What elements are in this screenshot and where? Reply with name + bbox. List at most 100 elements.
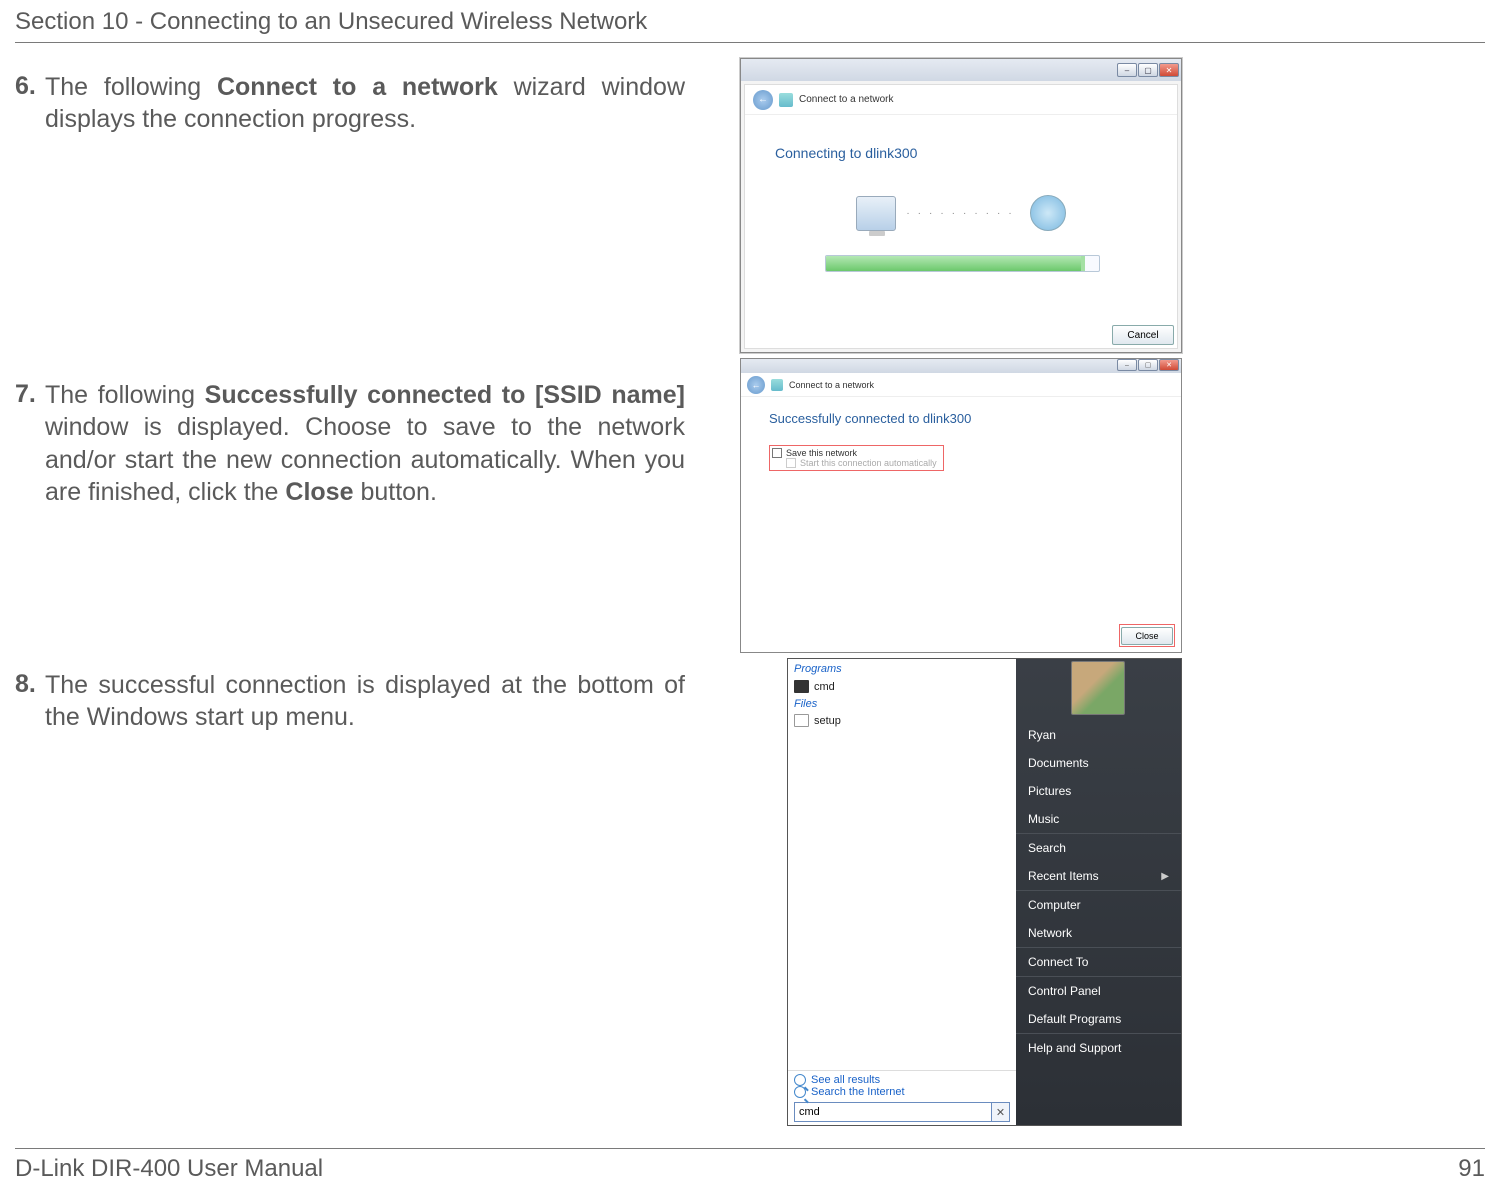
menu-item-music[interactable]: Music	[1016, 805, 1181, 834]
menu-item-default-programs[interactable]: Default Programs	[1016, 1005, 1181, 1034]
page-number: 91	[1458, 1155, 1485, 1183]
menu-label: Control Panel	[1028, 984, 1101, 998]
menu-label: Music	[1028, 812, 1059, 826]
header-rule	[15, 42, 1485, 43]
menu-label: Search	[1028, 841, 1066, 855]
menu-item-connect-to[interactable]: Connect To	[1016, 948, 1181, 977]
checkbox-icon	[786, 458, 796, 468]
menu-item-help[interactable]: Help and Support	[1016, 1034, 1181, 1062]
step7-post: button.	[354, 478, 437, 506]
clear-search-button[interactable]: ✕	[992, 1102, 1010, 1122]
breadcrumb-text: Connect to a network	[789, 380, 874, 390]
step6-bold: Connect to a network	[217, 73, 498, 101]
search-internet-label: Search the Internet	[811, 1086, 905, 1098]
menu-label: Documents	[1028, 756, 1089, 770]
globe-icon	[1030, 195, 1066, 231]
back-icon[interactable]: ←	[753, 90, 773, 110]
progress-bar	[825, 255, 1100, 272]
menu-item-computer[interactable]: Computer	[1016, 891, 1181, 919]
step8-text: The successful connection is displayed a…	[15, 669, 685, 734]
menu-label: Ryan	[1028, 728, 1056, 742]
network-icon	[779, 93, 793, 107]
close-button[interactable]: Close	[1121, 627, 1173, 645]
minimize-button[interactable]: –	[1117, 63, 1137, 77]
search-icon	[794, 1086, 806, 1098]
menu-label: Default Programs	[1028, 1012, 1121, 1026]
instruction-7: 7. The following Successfully connected …	[15, 378, 685, 509]
step7-bold2: Close	[285, 478, 353, 506]
minimize-button[interactable]: –	[1117, 359, 1137, 371]
save-network-label: Save this network	[786, 448, 857, 458]
instruction-6: 6. The following Connect to a network wi…	[15, 70, 685, 136]
auto-start-option: Start this connection automatically	[786, 458, 937, 468]
breadcrumb-text: Connect to a network	[799, 94, 894, 105]
document-icon	[794, 714, 809, 727]
see-all-label: See all results	[811, 1074, 880, 1086]
connection-graphic: ··········	[745, 195, 1177, 231]
back-icon[interactable]: ←	[747, 376, 765, 394]
computer-icon	[856, 196, 896, 231]
footer-rule	[15, 1148, 1485, 1149]
start-menu: Programs cmd Files setup See all results…	[787, 658, 1182, 1126]
menu-label: Computer	[1028, 898, 1081, 912]
menu-item-control-panel[interactable]: Control Panel	[1016, 977, 1181, 1005]
menu-item-documents[interactable]: Documents	[1016, 749, 1181, 777]
success-status: Successfully connected to dlink300	[769, 411, 971, 426]
cancel-button[interactable]: Cancel	[1112, 325, 1174, 345]
start-menu-right-pane: Ryan Documents Pictures Music Search Rec…	[1016, 659, 1181, 1125]
file-label: setup	[814, 715, 841, 727]
section-title: Section 10 - Connecting to an Unsecured …	[15, 8, 647, 36]
program-item-cmd[interactable]: cmd	[794, 678, 1010, 695]
step-number-6: 6.	[15, 72, 36, 100]
maximize-button[interactable]: ▢	[1138, 359, 1158, 371]
auto-start-label: Start this connection automatically	[800, 458, 937, 468]
connect-progress-window: – ▢ ✕ ← Connect to a network Connecting …	[740, 58, 1182, 353]
step7-bold1: Successfully connected to [SSID name]	[205, 381, 685, 409]
checkbox-icon[interactable]	[772, 448, 782, 458]
titlebar: – ▢ ✕	[741, 59, 1181, 81]
start-menu-left-pane: Programs cmd Files setup See all results…	[788, 659, 1016, 1125]
dots-icon: ··········	[906, 208, 1019, 219]
see-all-results[interactable]: See all results	[794, 1074, 1010, 1086]
connecting-status: Connecting to dlink300	[775, 145, 917, 161]
window-close-button[interactable]: ✕	[1159, 359, 1179, 371]
step-number-8: 8.	[15, 670, 36, 698]
close-highlight: Close	[1119, 624, 1175, 647]
user-avatar	[1071, 661, 1125, 715]
instruction-8: 8. The successful connection is displaye…	[15, 668, 685, 734]
menu-item-network[interactable]: Network	[1016, 919, 1181, 948]
avatar-wrapper	[1016, 657, 1181, 721]
program-label: cmd	[814, 681, 835, 693]
menu-item-pictures[interactable]: Pictures	[1016, 777, 1181, 805]
breadcrumb: ← Connect to a network	[745, 85, 1177, 115]
step7-pre: The following	[45, 381, 205, 409]
file-item-setup[interactable]: setup	[794, 712, 1010, 729]
progress-fill	[826, 256, 1085, 271]
step6-pre: The following	[45, 73, 217, 101]
start-search-row: ✕	[794, 1102, 1010, 1122]
options-highlight: Save this network Start this connection …	[769, 445, 944, 471]
menu-item-search[interactable]: Search	[1016, 834, 1181, 862]
menu-label: Network	[1028, 926, 1072, 940]
menu-label: Recent Items	[1028, 869, 1099, 883]
submenu-arrow-icon: ▶	[1161, 871, 1169, 882]
cmd-icon	[794, 680, 809, 693]
menu-item-recent[interactable]: Recent Items ▶	[1016, 862, 1181, 891]
programs-header: Programs	[794, 663, 1010, 675]
window-close-button[interactable]: ✕	[1159, 63, 1179, 77]
network-icon	[771, 379, 783, 391]
step-number-7: 7.	[15, 380, 36, 408]
menu-item-user[interactable]: Ryan	[1016, 721, 1181, 749]
connect-success-window: – ▢ ✕ ← Connect to a network Successfull…	[740, 358, 1182, 653]
menu-label: Help and Support	[1028, 1041, 1121, 1055]
start-search-input[interactable]	[794, 1102, 992, 1122]
menu-label: Pictures	[1028, 784, 1071, 798]
breadcrumb: ← Connect to a network	[741, 373, 1181, 397]
menu-label: Connect To	[1028, 955, 1089, 969]
search-internet[interactable]: Search the Internet	[794, 1086, 1010, 1098]
titlebar: – ▢ ✕	[741, 359, 1181, 373]
save-network-option[interactable]: Save this network	[772, 448, 937, 458]
maximize-button[interactable]: ▢	[1138, 63, 1158, 77]
files-header: Files	[794, 698, 1010, 710]
manual-name: D-Link DIR-400 User Manual	[15, 1155, 323, 1183]
